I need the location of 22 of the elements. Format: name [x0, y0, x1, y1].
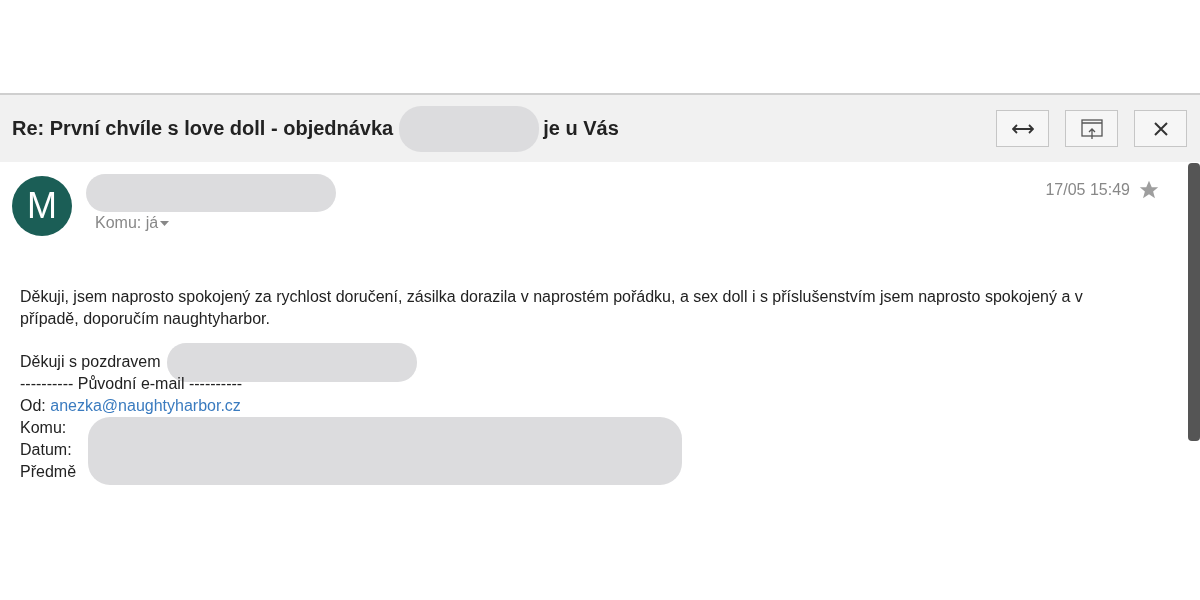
window-title: Re: První chvíle s love doll - objednávka — [12, 117, 394, 140]
popout-button[interactable] — [1065, 110, 1118, 147]
header-label: Předmě — [20, 462, 77, 482]
header-label: Komu: — [20, 418, 67, 438]
message-date: 17/05 15:49 — [1045, 181, 1130, 199]
greeting-text: Děkuji s pozdravem — [20, 352, 161, 372]
header-label: Datum: — [20, 440, 72, 460]
close-icon — [1152, 120, 1169, 137]
double-arrow-icon — [1011, 123, 1034, 134]
scrollbar[interactable] — [1188, 163, 1200, 441]
message-text: Děkuji, jsem naprosto spokojený za rychlost doručení, zásilka dorazila v naprostém pořádku, a sex doll i s příslušenstvím jsem naprosto spokojený a v případě, doporučím naughtyharbor. — [20, 287, 1084, 329]
close-button[interactable] — [1134, 110, 1187, 147]
expand-button[interactable] — [996, 110, 1049, 147]
forward-divider: ---------- Původní e-mail ---------- — [20, 374, 243, 394]
window-icon — [1079, 116, 1104, 141]
avatar: M — [12, 176, 72, 236]
star-icon[interactable] — [1138, 179, 1160, 201]
recipient-dropdown[interactable]: Komu: já — [86, 214, 336, 232]
email-link[interactable]: anezka@naughtyharbor.cz — [50, 395, 241, 417]
window-title: je u Vás — [543, 117, 619, 140]
caret-icon — [160, 220, 170, 226]
header-label: Od: — [20, 396, 46, 416]
